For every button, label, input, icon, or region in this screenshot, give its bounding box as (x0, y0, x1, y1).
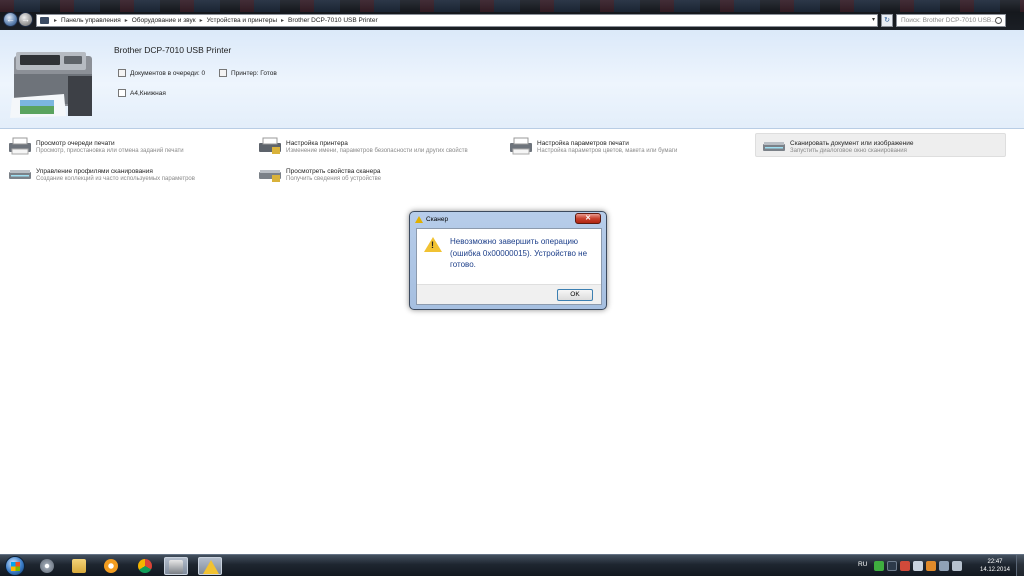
tray-network-icon[interactable] (874, 561, 884, 571)
tray-connection-icon[interactable] (913, 561, 923, 571)
show-desktop-button[interactable] (1016, 555, 1024, 576)
clock[interactable]: 22:47 14.12.2014 (975, 558, 1015, 574)
breadcrumb-devices-printers[interactable]: Устройства и принтеры (207, 17, 277, 24)
task-description: Запустить диалоговое окно сканирования (790, 148, 907, 154)
refresh-button[interactable]: ↻ (881, 14, 893, 27)
task-view-print-queue[interactable]: Просмотр очереди печати Просмотр, приоста… (2, 134, 246, 160)
device-header: Brother DCP-7010 USB Printer Документов … (0, 30, 1024, 129)
document-queue-icon (118, 69, 126, 77)
taskbar-scanner-dialog[interactable] (198, 557, 222, 575)
task-scan-profiles[interactable]: Управление профилями сканирования Создани… (2, 162, 246, 188)
dialog-body: ! Невозможно завершить операцию (ошибка … (416, 228, 602, 305)
glass-background (0, 0, 1024, 12)
address-bar: ← → ▸ Панель управления ▸ Оборудование и… (0, 0, 1024, 30)
task-description: Просмотр, приостановка или отмена задани… (36, 148, 184, 154)
back-arrow-icon: ← (6, 14, 15, 24)
paper-info: A4,Книжная (118, 89, 166, 97)
task-printer-settings[interactable]: Настройка принтера Изменение имени, парам… (252, 134, 496, 160)
breadcrumb-printer[interactable]: Brother DCP-7010 USB Printer (288, 17, 378, 24)
warning-icon (203, 560, 219, 574)
breadcrumb-separator[interactable]: ▸ (54, 17, 57, 24)
printer-device-icon (10, 52, 92, 118)
printer-icon (169, 560, 183, 574)
tray-antivirus-icon[interactable] (926, 561, 936, 571)
task-title: Сканировать документ или изображение (790, 140, 914, 147)
error-message: Невозможно завершить операцию (ошибка 0x… (450, 237, 588, 269)
close-button[interactable]: ✕ (575, 213, 601, 224)
breadcrumb-hardware-sound[interactable]: Оборудование и звук (132, 17, 196, 24)
warning-exclamation: ! (431, 240, 434, 250)
taskbar-explorer[interactable] (68, 557, 92, 575)
warning-icon (415, 216, 423, 223)
close-icon: ✕ (585, 215, 591, 222)
breadcrumb[interactable]: ▸ Панель управления ▸ Оборудование и зву… (36, 14, 878, 27)
tray-network-status-icon[interactable] (939, 561, 949, 571)
task-description: Изменение имени, параметров безопасности… (286, 148, 468, 154)
task-scanner-properties[interactable]: Просмотреть свойства сканера Получить све… (252, 162, 496, 188)
scanner-icon (763, 142, 785, 151)
control-panel-icon (40, 17, 49, 24)
task-scan-document[interactable]: Сканировать документ или изображение Запу… (755, 133, 1006, 157)
taskbar: RU 22:47 14.12.2014 (0, 554, 1024, 576)
search-icon (995, 17, 1002, 24)
windows-logo-icon (11, 562, 20, 571)
dialog-button-bar: OK (417, 284, 601, 304)
scanner-error-dialog: Сканер ✕ ! Невозможно завершить операцию… (409, 211, 607, 310)
task-title: Настройка параметров печати (537, 140, 629, 147)
task-description: Получить сведения об устройстве (286, 176, 382, 182)
taskbar-media-player[interactable] (36, 557, 60, 575)
taskbar-avast[interactable] (100, 557, 124, 575)
task-description: Создание коллекций из часто используемых… (36, 176, 195, 182)
clock-date: 14.12.2014 (979, 567, 1011, 573)
forward-arrow-icon: → (21, 14, 30, 24)
search-placeholder: Поиск: Brother DCP-7010 USB... (901, 17, 997, 24)
breadcrumb-separator[interactable]: ▸ (125, 17, 128, 24)
taskbar-chrome[interactable] (134, 557, 158, 575)
task-description: Настройка параметров цветов, макета или … (537, 148, 678, 154)
language-indicator[interactable]: RU (858, 561, 867, 568)
printer-status: Принтер: Готов (231, 69, 277, 77)
clock-time: 22:47 (987, 559, 1003, 565)
task-title: Просмотреть свойства сканера (286, 168, 381, 175)
media-player-icon (40, 559, 54, 573)
paper-icon (118, 89, 126, 97)
taskbar-devices-printers[interactable] (164, 557, 188, 575)
breadcrumb-separator[interactable]: ▸ (281, 17, 284, 24)
printer-status-icon (219, 69, 227, 77)
chrome-icon (138, 559, 152, 573)
ok-button[interactable]: OK (557, 289, 593, 301)
printer-settings-icon (259, 137, 281, 154)
breadcrumb-separator[interactable]: ▸ (200, 17, 203, 24)
status-info: Принтер: Готов (219, 69, 277, 77)
start-button[interactable] (5, 556, 25, 576)
queue-count: Документов в очереди: 0 (130, 69, 206, 77)
task-title: Управление профилями сканирования (36, 168, 153, 175)
scan-profiles-icon (9, 170, 31, 179)
search-input[interactable]: Поиск: Brother DCP-7010 USB... (896, 14, 1006, 27)
task-title: Настройка принтера (286, 140, 348, 147)
folder-icon (72, 559, 86, 573)
scanner-properties-icon (259, 170, 281, 182)
task-title: Просмотр очереди печати (36, 140, 115, 147)
task-print-preferences[interactable]: Настройка параметров печати Настройка пар… (503, 134, 747, 160)
chevron-down-icon[interactable]: ▾ (872, 16, 875, 23)
queue-info: Документов в очереди: 0 (118, 69, 205, 77)
dialog-title: Сканер (426, 216, 449, 223)
tray-flag-icon[interactable] (900, 561, 910, 571)
tray-app-icon[interactable] (887, 561, 897, 571)
tray-volume-icon[interactable] (952, 561, 962, 571)
breadcrumb-control-panel[interactable]: Панель управления (61, 17, 121, 24)
back-button[interactable]: ← (3, 12, 18, 27)
print-queue-icon (9, 137, 31, 155)
print-preferences-icon (510, 137, 532, 155)
device-name: Brother DCP-7010 USB Printer (114, 45, 232, 55)
paper-format: A4,Книжная (130, 89, 166, 97)
forward-button[interactable]: → (18, 12, 33, 27)
antivirus-icon (104, 559, 118, 573)
